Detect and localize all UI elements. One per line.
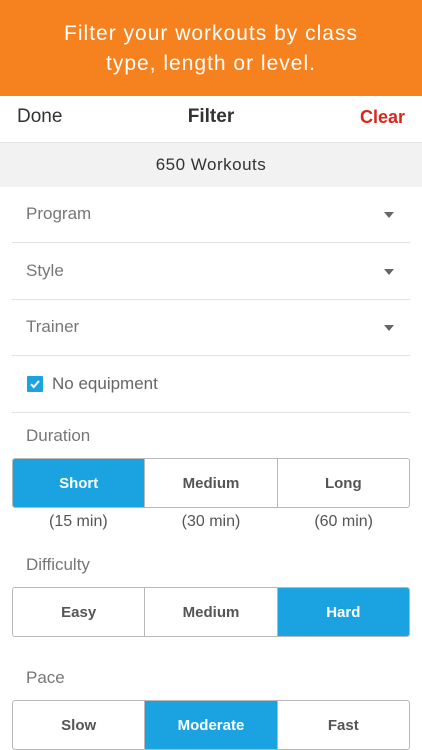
duration-segmented-control: Short Medium Long — [12, 458, 410, 508]
duration-label: Duration — [26, 426, 91, 445]
style-select[interactable]: Style — [12, 244, 410, 300]
program-select-label: Program — [26, 204, 92, 223]
duration-hint-short: (15 min) — [48, 513, 108, 530]
duration-long-option[interactable]: Long — [278, 459, 409, 507]
banner-text: Filter your workouts by class type, leng… — [64, 22, 358, 75]
pace-segmented-control: Slow Moderate Fast — [12, 700, 410, 750]
duration-hint-long: (60 min) — [314, 513, 374, 530]
trainer-select-label: Trainer — [26, 317, 80, 336]
pace-label: Pace — [26, 668, 65, 687]
clear-button[interactable]: Clear — [360, 107, 405, 128]
nav-bar: Done Filter Clear — [0, 96, 422, 142]
workout-count-bar: 650 Workouts — [0, 142, 422, 187]
style-select-label: Style — [26, 261, 64, 280]
chevron-down-icon — [384, 212, 394, 218]
chevron-down-icon — [384, 269, 394, 275]
difficulty-label: Difficulty — [26, 555, 90, 574]
difficulty-segmented-control: Easy Medium Hard — [12, 587, 410, 637]
no-equipment-row[interactable]: No equipment — [12, 357, 410, 413]
program-select[interactable]: Program — [12, 187, 410, 243]
duration-short-option[interactable]: Short — [13, 459, 146, 507]
difficulty-medium-option[interactable]: Medium — [145, 588, 278, 636]
duration-hint-medium: (30 min) — [181, 513, 241, 530]
difficulty-easy-option[interactable]: Easy — [13, 588, 146, 636]
trainer-select[interactable]: Trainer — [12, 300, 410, 356]
pace-moderate-option[interactable]: Moderate — [145, 701, 278, 749]
difficulty-hard-option[interactable]: Hard — [277, 588, 409, 636]
pace-fast-option[interactable]: Fast — [278, 701, 409, 749]
promo-banner: Filter your workouts by class type, leng… — [0, 0, 422, 96]
duration-medium-option[interactable]: Medium — [145, 459, 278, 507]
checkmark-icon — [30, 380, 40, 389]
chevron-down-icon — [384, 325, 394, 331]
pace-slow-option[interactable]: Slow — [13, 701, 146, 749]
duration-hints: (15 min) (30 min) (60 min) — [12, 513, 410, 531]
page-title: Filter — [187, 106, 235, 127]
workout-count: 650 Workouts — [155, 155, 267, 174]
no-equipment-checkbox[interactable] — [27, 376, 43, 392]
no-equipment-label: No equipment — [52, 374, 158, 393]
